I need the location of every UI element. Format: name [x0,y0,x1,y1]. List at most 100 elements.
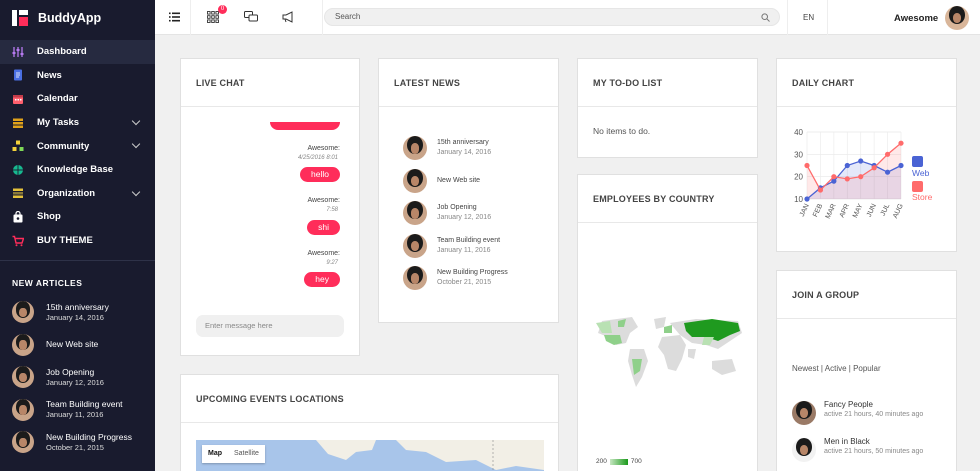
chat-message-input[interactable]: Enter message here [196,315,344,337]
data-point [898,162,904,169]
article-item[interactable]: Team Building event January 11, 2016 [12,394,132,427]
article-title: Team Building event [46,399,123,410]
news-title: New Building Progress [437,269,508,277]
legend-label-store: Store [912,192,933,202]
search-placeholder: Search [335,12,361,21]
megaphone-icon[interactable] [281,9,297,25]
article-item[interactable]: New Web site [12,329,132,362]
article-item[interactable]: 15th anniversary January 14, 2016 [12,296,132,329]
language-selector[interactable]: EN [803,13,814,22]
avatar [12,301,34,324]
latest-news-title: LATEST NEWS [379,59,558,107]
sliders-icon [12,46,24,58]
avatar [12,398,34,421]
x-tick-label: MAR [825,203,838,220]
sidebar-item-shop[interactable]: Shop [0,205,155,229]
news-title: Team Building event [437,236,501,244]
sidebar-item-knowledge-base[interactable]: Knowledge Base [0,158,155,182]
list-item[interactable]: Fancy People active 21 hours, 40 minutes … [792,399,923,436]
sidebar-item-label: Calendar [37,93,78,105]
new-articles-title: NEW ARTICLES [12,278,83,288]
todo-card: MY TO-DO LIST No items to do. [577,58,758,158]
community-icon [12,140,24,152]
article-title: 15th anniversary [46,301,109,312]
y-tick-label: 10 [794,195,803,204]
globe-icon [12,164,24,176]
user-name[interactable]: Awesome [894,13,938,24]
article-title: New Building Progress [46,431,132,442]
sidebar-item-label: Dashboard [37,46,87,58]
list-item[interactable]: Team Building event January 11, 2016 [403,230,508,263]
list-item[interactable]: New Web site [403,165,508,198]
list-item[interactable]: Job Opening January 12, 2016 [403,197,508,230]
avatar [403,201,427,226]
data-point [844,162,850,169]
map-tab-satellite[interactable]: Satellite [228,445,265,463]
chat-icon[interactable] [243,9,259,25]
sidebar-item-buy-theme[interactable]: BUY THEME [0,229,155,253]
data-point [858,174,864,180]
sidebar-item-label: News [37,69,62,81]
map-legend-gradient [609,458,628,465]
cart-icon [12,235,24,247]
sidebar-item-label: Community [37,140,90,152]
document-icon [12,69,24,81]
sidebar-item-organization[interactable]: Organization [0,182,155,206]
data-point [804,162,810,169]
topbar-divider [827,0,828,35]
data-point [884,169,891,175]
list-item[interactable]: 15th anniversary January 14, 2016 [403,132,508,165]
world-map[interactable] [592,315,752,395]
sidebar-item-calendar[interactable]: Calendar [0,87,155,111]
calendar-icon [12,93,24,105]
brand[interactable]: BuddyApp [0,0,155,35]
sidebar-item-community[interactable]: Community [0,134,155,158]
new-articles-list: 15th anniversary January 14, 2016 New Web… [12,296,132,459]
y-tick-label: 20 [794,173,803,182]
y-tick-label: 40 [794,128,803,137]
group-list: Fancy People active 21 hours, 40 minutes … [792,399,923,471]
sidebar-item-label: Organization [37,187,96,199]
article-date: January 11, 2016 [46,410,104,420]
message-time: 9:27 [326,260,338,266]
avatar [403,136,427,161]
news-date: October 21, 2015 [437,279,492,287]
daily-chart[interactable]: 10 20 30 40 JAN FEB MAR APR MAY JUN JUL AUG [777,107,958,247]
notification-badge: 0 [218,5,227,14]
x-tick-label: JUL [880,203,892,217]
topbar-divider [322,0,323,35]
data-point [804,196,810,202]
article-date: October 21, 2015 [46,442,104,452]
legend-swatch-web [912,156,923,167]
sidebar-item-my-tasks[interactable]: My Tasks [0,111,155,135]
news-date: January 14, 2016 [437,149,492,157]
message-time: 4/25/2016 8:01 [297,155,338,161]
x-tick-label: AUG [892,203,905,220]
sidebar-item-news[interactable]: News [0,64,155,88]
avatar [12,431,34,454]
group-filter-tabs[interactable]: Newest | Active | Popular [792,364,881,373]
apps-grid-icon[interactable]: 0 [205,5,227,25]
chat-bubble-partial [270,122,340,130]
chevron-down-icon [131,140,141,149]
search-input[interactable]: Search [324,8,780,26]
article-date: January 14, 2016 [46,312,104,322]
sidebar-item-label: Knowledge Base [37,164,114,176]
x-tick-label: JAN [799,203,811,218]
sidebar-nav: Dashboard News Calendar My Tasks Communi… [0,40,155,252]
search-icon[interactable] [761,12,770,22]
sidebar-item-dashboard[interactable]: Dashboard [0,40,155,64]
menu-toggle-icon[interactable] [166,9,182,25]
sidebar-item-label: Shop [37,211,61,223]
article-item[interactable]: Job Opening January 12, 2016 [12,361,132,394]
events-map[interactable]: Map Satellite [196,440,544,471]
article-item[interactable]: New Building Progress October 21, 2015 [12,426,132,459]
news-title: New Web site [437,176,481,184]
map-legend: 200 700 [596,458,642,465]
avatar [403,266,427,291]
map-tab-map[interactable]: Map [202,445,228,463]
list-item[interactable]: Men in Black active 21 hours, 50 minutes … [792,436,923,471]
list-item[interactable]: New Building Progress October 21, 2015 [403,262,508,295]
x-tick-label: JUN [866,203,878,218]
user-avatar[interactable] [945,6,969,30]
